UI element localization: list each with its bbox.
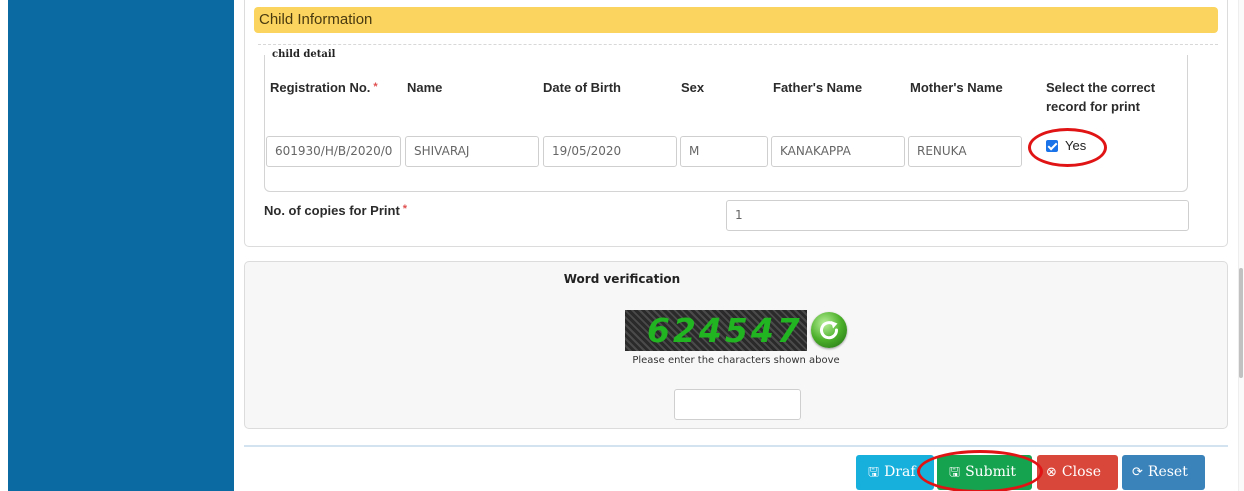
scrollbar-track[interactable] xyxy=(1238,0,1244,491)
captcha-image: 624547 xyxy=(625,310,807,351)
registration-no-field[interactable]: 601930/H/B/2020/0 xyxy=(266,136,401,167)
column-header-name: Name xyxy=(407,80,443,95)
child-detail-fieldset xyxy=(264,55,1188,192)
verification-title: Word verification xyxy=(563,272,681,286)
date-of-birth-field[interactable]: 19/05/2020 xyxy=(543,136,677,167)
column-header-sex: Sex xyxy=(681,80,705,95)
verification-hint: Please enter the characters shown above xyxy=(632,355,840,366)
sex-field[interactable]: M xyxy=(680,136,768,167)
column-header-date-of-birth: Date of Birth xyxy=(543,80,621,95)
captcha-input[interactable] xyxy=(674,389,801,420)
required-marker: * xyxy=(373,81,378,93)
mothers-name-field[interactable]: RENUKA xyxy=(908,136,1022,167)
reset-button[interactable]: ⟳ Reset xyxy=(1122,455,1205,490)
column-header-mothers-name: Mother's Name xyxy=(910,80,1003,95)
section-header: Child Information xyxy=(254,7,1218,33)
footer-divider xyxy=(244,445,1228,447)
highlight-circle-submit xyxy=(917,450,1043,491)
highlight-circle-checkbox xyxy=(1028,128,1107,167)
fieldset-legend: child detail xyxy=(270,49,338,60)
required-marker: * xyxy=(402,203,408,215)
name-field[interactable]: SHIVARAJ xyxy=(405,136,539,167)
floppy-disk-icon: 🖫 xyxy=(868,465,880,480)
copies-label: No. of copies for Print * xyxy=(264,203,408,218)
column-header-registration-no: Registration No. * xyxy=(270,80,378,95)
captcha-refresh-icon[interactable] xyxy=(811,312,847,348)
copies-input[interactable]: 1 xyxy=(726,200,1189,231)
refresh-icon: ⟳ xyxy=(1132,465,1143,480)
captcha-text: 624547 xyxy=(647,311,803,350)
section-divider xyxy=(258,44,1218,45)
close-button[interactable]: ⊗ Close xyxy=(1037,455,1118,490)
times-circle-icon: ⊗ xyxy=(1046,465,1057,480)
column-header-fathers-name: Father's Name xyxy=(773,80,863,95)
column-header-select-record: Select the correct record for print xyxy=(1046,80,1156,114)
sidebar xyxy=(8,0,234,491)
fathers-name-field[interactable]: KANAKAPPA xyxy=(771,136,905,167)
